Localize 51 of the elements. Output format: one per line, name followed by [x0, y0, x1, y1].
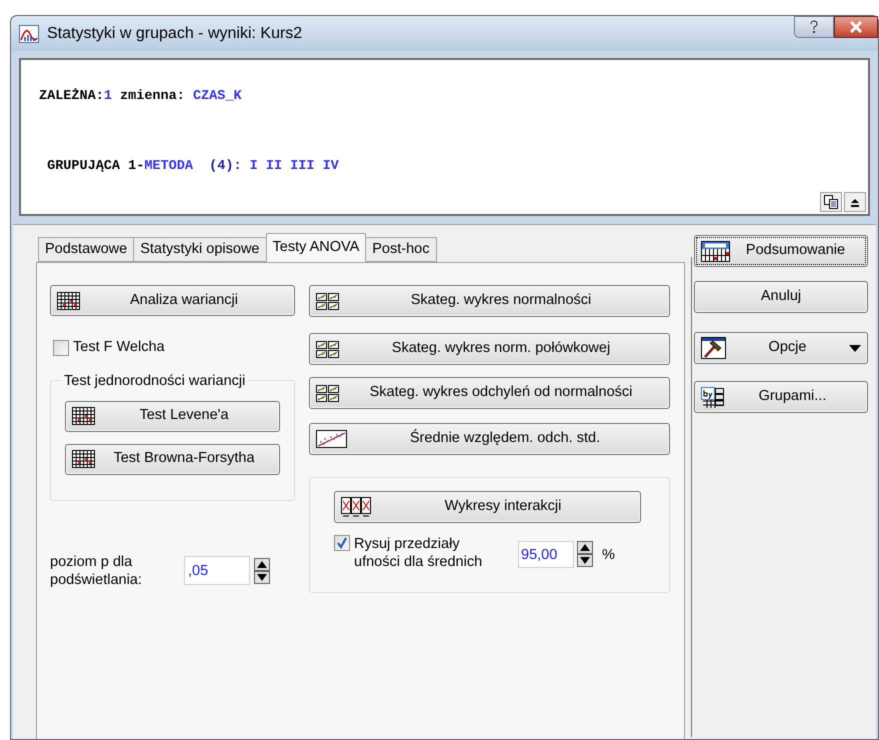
chart-grid-icon	[316, 292, 339, 310]
table-icon	[72, 450, 95, 468]
side-button[interactable]: Podsumowanie	[694, 235, 868, 267]
window-title: Statystyki w grupach - wyniki: Kurs2	[47, 24, 302, 44]
unit-label: %	[602, 546, 615, 565]
tab[interactable]: Statystyki opisowe	[133, 237, 266, 262]
p-level-field[interactable]: ,05	[184, 556, 250, 586]
close-button[interactable]	[834, 16, 878, 38]
help-button[interactable]	[794, 16, 834, 38]
confidence-field[interactable]: 95,00	[518, 541, 574, 568]
plot-button[interactable]: Średnie względem. odch. std.	[309, 423, 670, 455]
dropdown-arrow-icon	[849, 344, 861, 352]
copy-button[interactable]	[820, 192, 842, 212]
chart-grid-icon	[316, 384, 339, 402]
interaction-plot-icon	[341, 497, 372, 517]
interaction-plots-button[interactable]: Wykresy interakcji	[334, 491, 641, 523]
check-icon	[336, 537, 348, 549]
table-icon	[57, 292, 80, 310]
close-icon	[849, 21, 863, 33]
p-level-label: poziom p dla podświetlania:	[50, 552, 143, 589]
plot-button[interactable]: Skateg. wykres odchyleń od normalności	[309, 377, 670, 409]
tab[interactable]: Podstawowe	[38, 237, 134, 262]
spin-buttons-icon	[577, 541, 593, 567]
plot-button[interactable]: Skateg. wykres norm. połówkowej	[309, 333, 670, 365]
copy-icon	[824, 195, 838, 209]
arrow-up-icon	[851, 198, 859, 206]
test-button[interactable]: Test Browna-Forsytha	[65, 444, 280, 475]
tab[interactable]: Post-hoc	[365, 237, 436, 262]
test-button[interactable]: Test Levene'a	[65, 400, 280, 432]
summary-table-icon	[701, 240, 730, 262]
chart-grid-icon	[316, 340, 339, 358]
collapse-button[interactable]	[844, 192, 866, 212]
scatter-plot-icon	[316, 430, 347, 448]
side-button[interactable]: Grupami...	[694, 381, 868, 413]
tab[interactable]: Testy ANOVA	[266, 233, 366, 262]
app-chart-icon	[19, 24, 39, 42]
output-line: GRUPUJĄCA 1-METODA (4): I II III IV	[46, 158, 340, 176]
checkbox-label: Test F Welcha	[73, 338, 165, 357]
table-icon	[72, 407, 95, 426]
side-button[interactable]: Anuluj	[694, 281, 868, 313]
output-line: ZALEŻNA:1 zmienna: CZAS_K	[39, 87, 243, 106]
checkbox[interactable]	[334, 535, 350, 551]
plot-button[interactable]: Skateg. wykres normalności	[309, 285, 670, 317]
checkbox-label: Rysuj przedziały ufności dla średnich	[354, 535, 484, 571]
hammer-icon	[701, 337, 726, 359]
checkbox[interactable]	[53, 340, 69, 356]
help-icon	[809, 20, 819, 34]
spin-buttons-icon	[254, 558, 270, 584]
by-group-table-icon	[701, 386, 724, 408]
side-button[interactable]: Opcje	[694, 332, 868, 364]
anova-button[interactable]: Analiza wariancji	[50, 285, 295, 316]
